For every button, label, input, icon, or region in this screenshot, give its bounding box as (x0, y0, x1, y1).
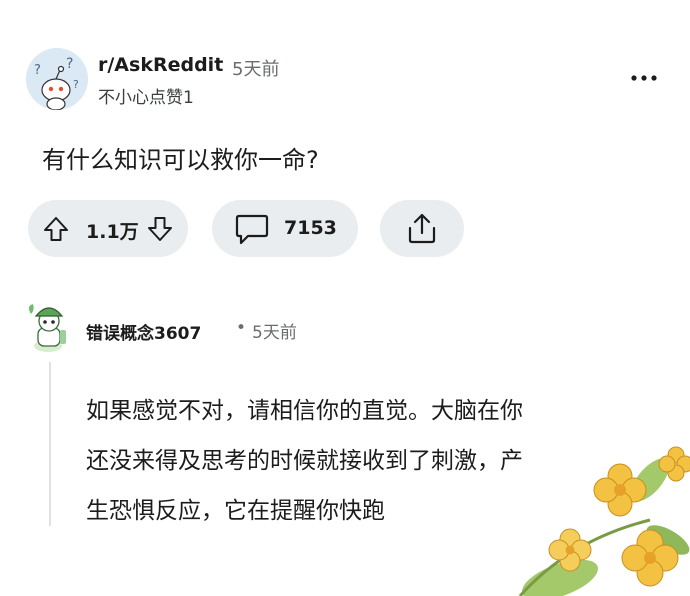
comment-count: 7153 (284, 217, 337, 239)
comment-time: 5天前 (252, 323, 297, 343)
upvote-icon[interactable] (42, 215, 70, 243)
svg-text:?: ? (66, 56, 73, 72)
comments-button[interactable]: 7153 (212, 200, 358, 257)
comment-author[interactable]: 错误概念3607 (86, 319, 201, 344)
user-avatar-icon[interactable] (26, 302, 72, 352)
vote-count: 1.1万 (86, 221, 139, 243)
downvote-icon[interactable] (146, 215, 174, 243)
comment-line: 如果感觉不对，请相信你的直觉。大脑在你 (86, 398, 523, 424)
thread-line[interactable] (49, 362, 51, 526)
meta-separator: • (236, 318, 247, 338)
svg-text:?: ? (73, 78, 79, 91)
vote-bar: 1.1万 (28, 200, 188, 257)
post-time: 5天前 (232, 59, 280, 80)
flower-decoration (500, 430, 690, 596)
post-header: ? ? ? r/AskReddit 5天前 不小心点赞1 (26, 46, 666, 116)
share-icon (408, 213, 436, 244)
snoo-avatar-icon[interactable]: ? ? ? (26, 48, 88, 110)
post-flair: 不小心点赞1 (98, 88, 194, 108)
more-options-icon[interactable] (630, 68, 658, 88)
post-title[interactable]: 有什么知识可以救你一命? (42, 140, 319, 175)
comment-icon (235, 214, 269, 245)
share-button[interactable] (380, 200, 464, 257)
svg-text:?: ? (34, 63, 41, 78)
subreddit-name[interactable]: r/AskReddit (98, 54, 223, 76)
